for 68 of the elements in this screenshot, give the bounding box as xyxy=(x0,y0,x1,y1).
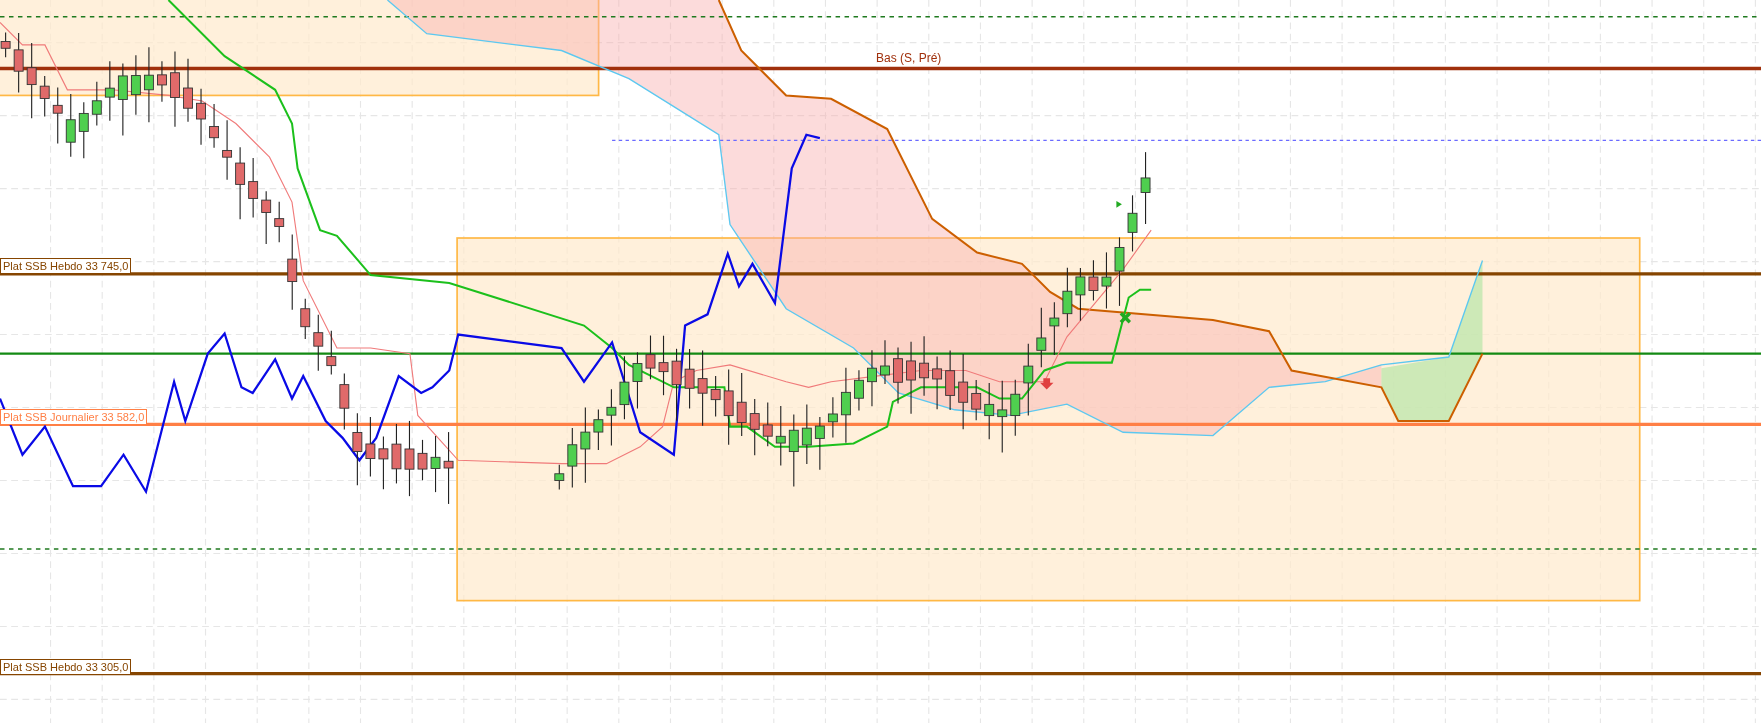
cross-marker-icon xyxy=(1119,311,1132,324)
candlestick xyxy=(1062,267,1073,328)
candlestick xyxy=(65,93,76,158)
candlestick xyxy=(827,396,838,439)
candlestick xyxy=(391,423,402,484)
triangle-marker-icon xyxy=(1116,200,1122,208)
candlestick xyxy=(130,54,141,116)
candlestick xyxy=(867,349,877,407)
candlestick xyxy=(52,86,63,145)
candlestick xyxy=(183,58,193,123)
candlestick xyxy=(0,32,11,58)
candlestick xyxy=(222,119,233,181)
candlestick xyxy=(39,75,50,118)
candlestick xyxy=(749,398,760,456)
level-label: Bas (S, Pré) xyxy=(876,52,942,64)
candlestick xyxy=(945,349,956,411)
level-label: Plat SSB Journalier 33 582,0 xyxy=(0,409,148,425)
candlestick xyxy=(313,314,324,372)
candlestick xyxy=(854,369,864,412)
candlestick xyxy=(430,435,441,493)
candlestick xyxy=(300,298,311,340)
candlestick xyxy=(1075,267,1086,322)
candlestick xyxy=(378,435,389,490)
candlestick xyxy=(339,372,350,431)
candlestick xyxy=(196,88,206,146)
candlestick xyxy=(1114,236,1125,307)
candlestick xyxy=(919,335,930,397)
candlestick xyxy=(814,416,825,471)
candlestick xyxy=(762,401,773,447)
candlestick xyxy=(736,372,747,437)
candlestick xyxy=(932,356,943,410)
candlestick xyxy=(567,427,578,488)
candlestick xyxy=(209,103,219,149)
candlestick xyxy=(893,346,903,405)
candlestick xyxy=(78,101,89,159)
candlestick xyxy=(274,201,285,243)
candlestick xyxy=(971,379,982,421)
candlestick xyxy=(606,388,617,447)
level-label: Plat SSB Hebdo 33 305,0 xyxy=(0,659,132,675)
candlestick xyxy=(13,32,24,94)
candlestick xyxy=(710,375,721,418)
candlestick xyxy=(1088,259,1099,302)
level-label: Plat SSB Hebdo 33 745,0 xyxy=(0,258,132,274)
candlestick xyxy=(248,157,259,219)
candlestick xyxy=(1101,251,1112,310)
candlestick xyxy=(1127,194,1138,252)
candlestick xyxy=(984,382,995,440)
candlestick xyxy=(801,404,812,465)
down-arrow-icon xyxy=(1040,378,1054,390)
candlestick xyxy=(645,334,656,380)
candlestick xyxy=(104,60,115,122)
candlestick xyxy=(1036,307,1047,368)
candlestick xyxy=(326,330,337,376)
candlestick xyxy=(91,81,102,127)
candlestick xyxy=(632,351,643,410)
candlestick xyxy=(365,416,376,478)
candlestick xyxy=(1049,301,1060,356)
candlestick xyxy=(619,355,630,420)
candlestick xyxy=(775,405,786,467)
candlestick xyxy=(593,409,604,451)
candlestick xyxy=(1010,379,1021,437)
candlestick xyxy=(658,335,669,396)
candlestick xyxy=(554,464,565,491)
candlestick xyxy=(261,190,272,245)
candlestick xyxy=(157,60,167,103)
candlestick xyxy=(684,348,695,410)
candlestick xyxy=(880,339,890,385)
candlestick xyxy=(417,439,428,481)
